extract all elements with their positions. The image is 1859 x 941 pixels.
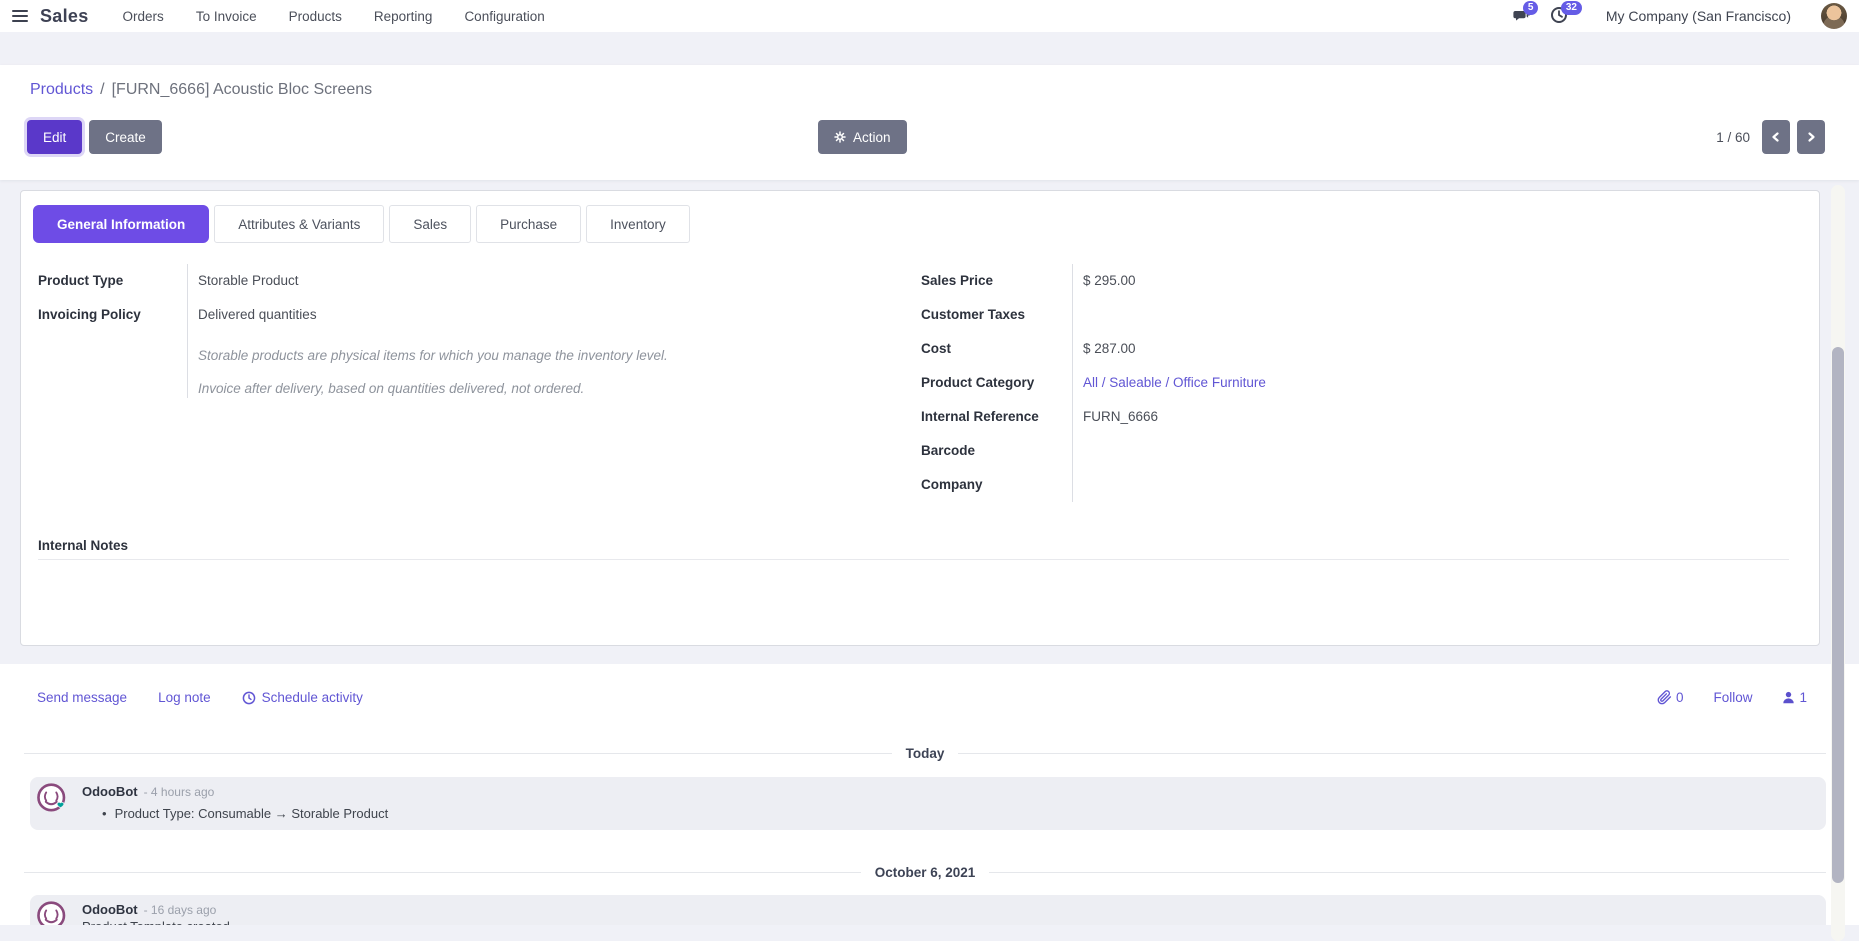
- tab-general-information[interactable]: General Information: [33, 205, 209, 243]
- internal-reference-label: Internal Reference: [921, 400, 1072, 434]
- invoicing-policy-value: Delivered quantities: [198, 298, 798, 332]
- message-card: OdooBot - 4 hours ago • Product Type: Co…: [30, 777, 1826, 830]
- message-timestamp: - 4 hours ago: [144, 785, 215, 799]
- chevron-left-icon: [1770, 131, 1782, 143]
- tab-attributes-variants[interactable]: Attributes & Variants: [214, 205, 384, 243]
- customer-taxes-label: Customer Taxes: [921, 298, 1072, 332]
- tab-purchase[interactable]: Purchase: [476, 205, 581, 243]
- invoicing-policy-help: Invoice after delivery, based on quantit…: [198, 379, 798, 398]
- pager: 1 / 60: [1716, 120, 1825, 154]
- action-button-label: Action: [853, 130, 891, 145]
- paperclip-icon: [1657, 690, 1672, 705]
- field-group-left: Product Type Invoicing Policy Storable P…: [38, 264, 798, 398]
- cost-value: $ 287.00: [1083, 332, 1781, 366]
- log-message: Product Template created: [82, 919, 230, 925]
- control-panel: Products / [FURN_6666] Acoustic Bloc Scree…: [0, 65, 1859, 180]
- messages-icon[interactable]: 5: [1512, 6, 1534, 26]
- product-category-label: Product Category: [921, 366, 1072, 400]
- log-note-button[interactable]: Log note: [158, 690, 211, 705]
- message-author[interactable]: OdooBot: [82, 784, 138, 799]
- main-menu: Orders To Invoice Products Reporting Con…: [123, 9, 545, 24]
- follow-button[interactable]: Follow: [1713, 690, 1752, 705]
- send-message-button[interactable]: Send message: [37, 690, 127, 705]
- cost-label: Cost: [921, 332, 1072, 366]
- activities-count-badge: 32: [1561, 1, 1582, 15]
- schedule-activity-label: Schedule activity: [262, 690, 363, 705]
- attachments-button[interactable]: 0: [1657, 690, 1684, 705]
- product-category-link[interactable]: All / Saleable / Office Furniture: [1083, 366, 1781, 400]
- tab-inventory[interactable]: Inventory: [586, 205, 690, 243]
- odoobot-avatar: [35, 900, 69, 925]
- messages-count-badge: 5: [1523, 1, 1539, 15]
- internal-reference-value: FURN_6666: [1083, 400, 1781, 434]
- product-type-label: Product Type: [38, 264, 187, 298]
- action-button[interactable]: Action: [818, 120, 907, 154]
- menu-configuration[interactable]: Configuration: [464, 9, 544, 24]
- date-divider-today: Today: [24, 746, 1826, 761]
- company-value: [1083, 468, 1781, 502]
- notebook-tabs: General Information Attributes & Variant…: [33, 205, 690, 243]
- page-title: [FURN_6666] Acoustic Bloc Screens: [112, 81, 373, 98]
- apps-menu-icon[interactable]: [12, 10, 28, 22]
- tab-sales[interactable]: Sales: [389, 205, 471, 243]
- create-button[interactable]: Create: [89, 120, 162, 154]
- followers-count: 1: [1799, 690, 1807, 705]
- company-switcher[interactable]: My Company (San Francisco): [1606, 8, 1791, 24]
- menu-orders[interactable]: Orders: [123, 9, 164, 24]
- app-name[interactable]: Sales: [40, 6, 89, 27]
- field-group-right: Sales Price Customer Taxes Cost Product …: [921, 264, 1781, 502]
- product-type-help: Storable products are physical items for…: [198, 346, 798, 365]
- top-navbar: Sales Orders To Invoice Products Reporti…: [0, 0, 1859, 32]
- date-divider-october: October 6, 2021: [24, 865, 1826, 880]
- barcode-value: [1083, 434, 1781, 468]
- breadcrumb-separator: /: [100, 81, 104, 98]
- attachments-count: 0: [1676, 690, 1684, 705]
- pager-previous-button[interactable]: [1762, 120, 1790, 154]
- internal-notes-label: Internal Notes: [38, 538, 128, 553]
- customer-taxes-value: [1083, 298, 1781, 332]
- product-type-value: Storable Product: [198, 264, 798, 298]
- schedule-activity-button[interactable]: Schedule activity: [242, 690, 363, 705]
- company-label: Company: [921, 468, 1072, 502]
- breadcrumb: Products / [FURN_6666] Acoustic Bloc Scree…: [30, 81, 372, 99]
- tracking-message: Product Type: Consumable → Storable Prod…: [115, 806, 389, 821]
- barcode-label: Barcode: [921, 434, 1072, 468]
- person-icon: [1782, 691, 1795, 704]
- pager-value: 1 / 60: [1716, 130, 1750, 145]
- user-avatar[interactable]: [1821, 3, 1847, 29]
- internal-notes-divider: [38, 559, 1789, 560]
- chevron-right-icon: [1805, 131, 1817, 143]
- chatter: Send message Log note Schedule activity …: [0, 664, 1859, 925]
- odoobot-avatar: [35, 782, 69, 816]
- clock-icon: [242, 691, 256, 705]
- message-card: OdooBot - 16 days ago Product Template c…: [30, 895, 1826, 925]
- message-timestamp: - 16 days ago: [144, 903, 217, 917]
- form-sheet: General Information Attributes & Variant…: [20, 190, 1820, 646]
- gear-icon: [834, 131, 846, 143]
- sales-price-value: $ 295.00: [1083, 264, 1781, 298]
- sales-price-label: Sales Price: [921, 264, 1072, 298]
- date-divider-label: Today: [906, 746, 945, 761]
- invoicing-policy-label: Invoicing Policy: [38, 298, 187, 332]
- breadcrumb-products-link[interactable]: Products: [30, 81, 93, 98]
- edit-button[interactable]: Edit: [27, 120, 82, 154]
- menu-reporting[interactable]: Reporting: [374, 9, 433, 24]
- pager-next-button[interactable]: [1797, 120, 1825, 154]
- followers-button[interactable]: 1: [1782, 690, 1807, 705]
- activities-icon[interactable]: 32: [1550, 6, 1572, 26]
- tracking-bullet: •: [102, 806, 107, 821]
- menu-to-invoice[interactable]: To Invoice: [196, 9, 257, 24]
- message-author[interactable]: OdooBot: [82, 902, 138, 917]
- date-divider-label: October 6, 2021: [875, 865, 976, 880]
- menu-products[interactable]: Products: [289, 9, 342, 24]
- scrollbar-thumb[interactable]: [1832, 347, 1844, 883]
